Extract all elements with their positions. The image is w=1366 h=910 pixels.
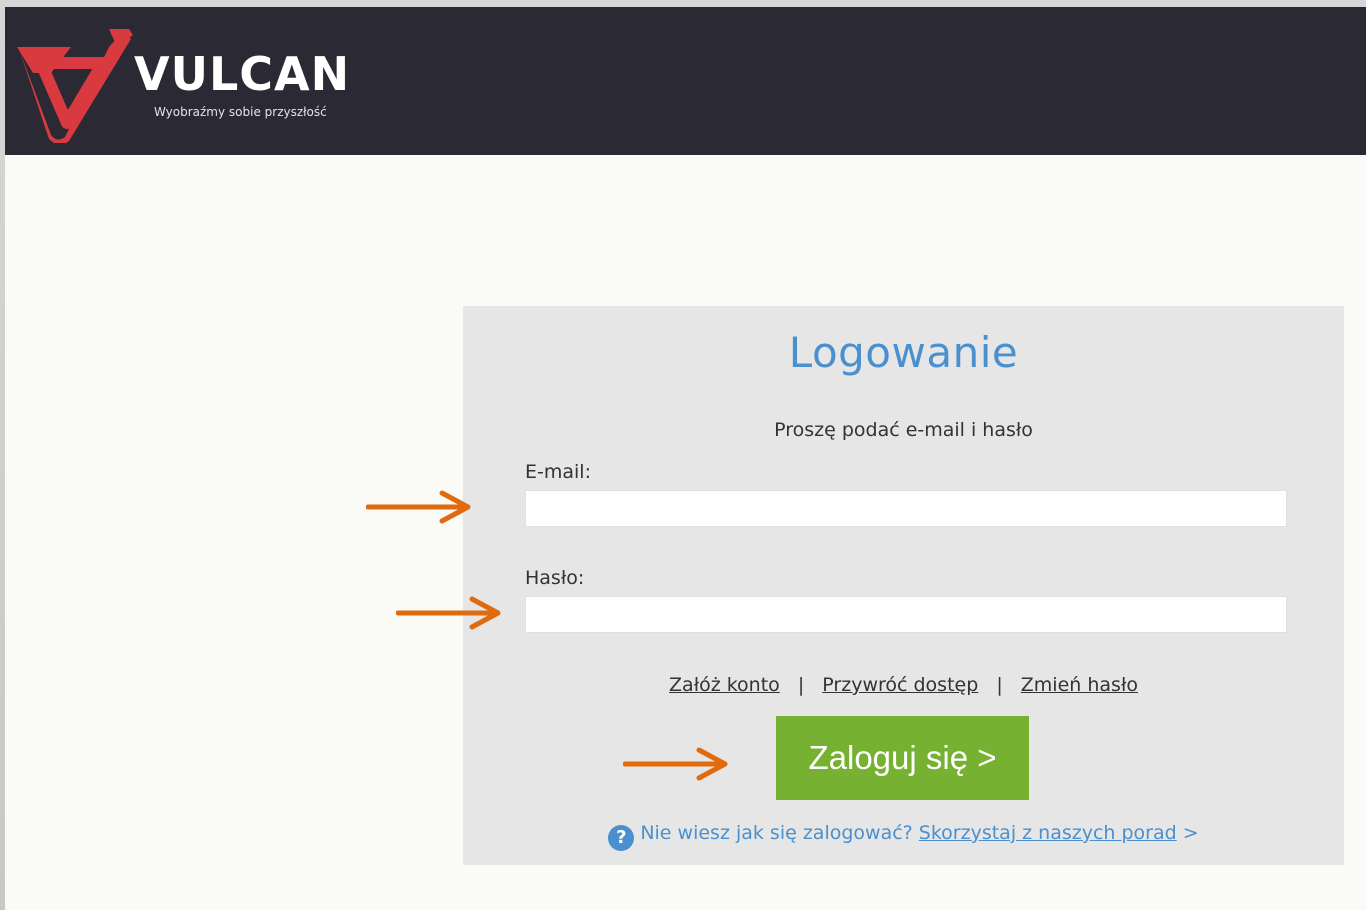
brand-tagline: Wyobraźmy sobie przyszłość xyxy=(154,105,327,119)
email-label: E-mail: xyxy=(525,461,591,483)
login-title: Logowanie xyxy=(788,328,1019,377)
login-subtitle: Proszę podać e-mail i hasło xyxy=(774,419,1033,441)
password-field[interactable] xyxy=(525,596,1287,633)
login-panel: Logowanie Proszę podać e-mail i hasło E-… xyxy=(463,306,1344,865)
brand-name: VULCAN xyxy=(134,47,351,101)
email-field[interactable] xyxy=(525,490,1287,527)
help-question: Nie wiesz jak się zalogować? xyxy=(640,822,913,844)
help-advice-link[interactable]: Skorzystaj z naszych porad xyxy=(919,822,1177,844)
header: VULCAN Wyobraźmy sobie przyszłość xyxy=(5,7,1366,155)
account-links: Załóż konto | Przywróć dostęp | Zmień ha… xyxy=(463,674,1344,696)
password-label: Hasło: xyxy=(525,567,585,589)
link-separator: | xyxy=(996,674,1003,696)
help-row: ? Nie wiesz jak się zalogować? Skorzystaj… xyxy=(463,822,1344,851)
arrow-right-icon xyxy=(366,490,471,524)
help-icon: ? xyxy=(608,825,635,851)
link-separator: | xyxy=(797,674,805,696)
arrow-right-icon xyxy=(623,747,728,781)
change-password-link[interactable]: Zmień hasło xyxy=(1021,674,1138,696)
chevron-right-icon: > xyxy=(1182,822,1199,844)
restore-access-link[interactable]: Przywróć dostęp xyxy=(822,674,978,696)
create-account-link[interactable]: Załóż konto xyxy=(669,674,780,696)
login-button[interactable]: Zaloguj się > xyxy=(776,716,1029,800)
arrow-right-icon xyxy=(396,596,501,630)
vulcan-logo-icon xyxy=(17,29,133,143)
